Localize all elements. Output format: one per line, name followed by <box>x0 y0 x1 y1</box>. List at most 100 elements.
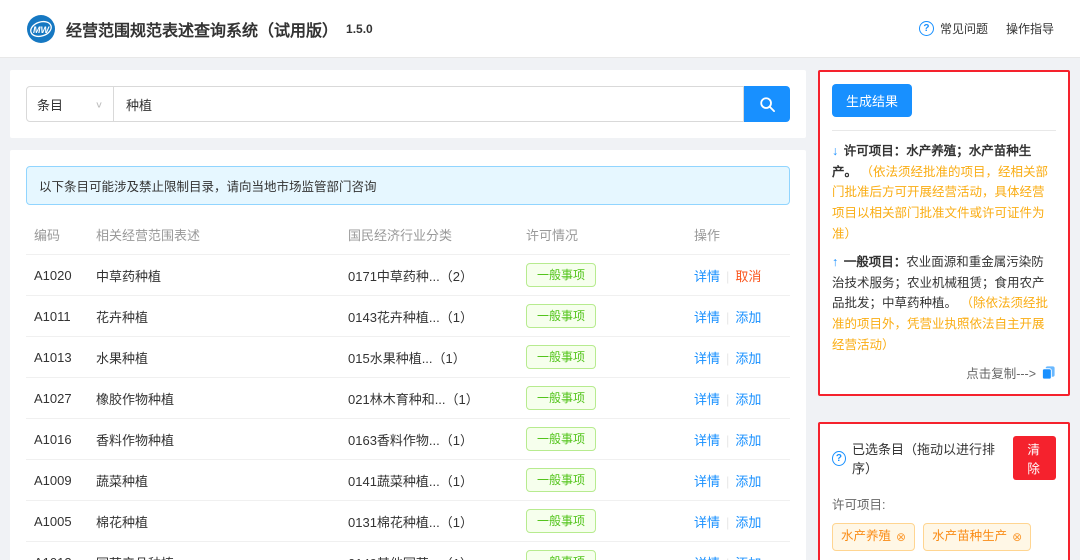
cancel-link[interactable]: 取消 <box>735 269 761 284</box>
selected-panel-title: 已选条目（拖动以进行排序） <box>852 439 1007 477</box>
general-items-paragraph: ↑ 一般项目：农业面源和重金属污染防治技术服务；农业机械租赁；食用农产品批发；中… <box>832 252 1056 355</box>
selected-panel-header: ? 已选条目（拖动以进行排序） 清除 <box>832 436 1056 480</box>
detail-link[interactable]: 详情 <box>694 392 720 407</box>
licensed-tags: 水产养殖 ⊗ 水产苗种生产 ⊗ <box>832 523 1056 551</box>
detail-link[interactable]: 详情 <box>694 515 720 530</box>
table-row: A1027橡胶作物种植021林木育种和...（1）一般事项详情|添加 <box>26 378 790 419</box>
action-divider: | <box>726 310 729 325</box>
action-divider: | <box>726 433 729 448</box>
table-row: A1016香料作物种植0163香料作物...（1）一般事项详情|添加 <box>26 419 790 460</box>
table-row: A1005棉花种植0131棉花种植...（1）一般事项详情|添加 <box>26 501 790 542</box>
copy-result-control[interactable]: 点击复制---> <box>832 363 1056 382</box>
col-header-license: 许可情况 <box>518 215 686 255</box>
restriction-notice: 以下条目可能涉及禁止限制目录，请向当地市场监管部门咨询 <box>26 166 790 205</box>
cell-industry: 0149其他园艺...（1） <box>340 542 518 560</box>
cell-actions: 详情 | 添加 <box>686 337 790 378</box>
close-circle-icon[interactable]: ⊗ <box>896 529 906 546</box>
add-link[interactable]: 添加 <box>735 474 761 489</box>
tag-label: 水产苗种生产 <box>932 528 1007 546</box>
cell-description: 橡胶作物种植 <box>88 378 340 419</box>
sort-help-icon[interactable]: ? <box>832 451 846 466</box>
license-status-badge: 一般事项 <box>526 427 596 451</box>
cell-license: 一般事项 <box>518 296 686 337</box>
cell-industry: 0171中草药种...（2） <box>340 255 518 296</box>
faq-link[interactable]: 常见问题 <box>940 20 988 37</box>
cell-code: A1016 <box>26 419 88 460</box>
search-input[interactable] <box>114 86 744 122</box>
add-link[interactable]: 添加 <box>735 351 761 366</box>
cell-actions: 详情|添加 <box>686 501 790 542</box>
cell-description: 水果种植 <box>88 337 340 378</box>
cell-industry: 015水果种植...（1） <box>340 337 518 378</box>
cell-actions: 详情 | 取消 <box>686 255 790 296</box>
add-link[interactable]: 添加 <box>735 515 761 530</box>
license-status-badge: 一般事项 <box>526 386 596 410</box>
selected-items-panel: ? 已选条目（拖动以进行排序） 清除 许可项目: 水产养殖⊗水产苗种生产⊗ 一般… <box>818 422 1070 560</box>
cell-code: A1012 <box>26 542 88 560</box>
license-status-badge: 一般事项 <box>526 509 596 533</box>
version-label: 1.5.0 <box>346 22 373 36</box>
close-circle-icon[interactable]: ⊗ <box>1012 529 1022 546</box>
cell-actions: 详情 | 添加 <box>686 460 790 501</box>
cell-actions: 详情 | 添加 <box>686 296 790 337</box>
detail-link[interactable]: 详情 <box>694 433 720 448</box>
licensed-label: 许可项目： <box>844 144 907 158</box>
detail-link[interactable]: 详情 <box>694 351 720 366</box>
question-glyph: ? <box>836 453 842 464</box>
guide-link[interactable]: 操作指导 <box>1006 20 1054 37</box>
page-title: 经营范围规范表述查询系统（试用版） <box>66 17 338 41</box>
content: 条目 ∨ 以下条目可能涉及禁止限制目录，请向当地市场监管部门咨询 编码 相关经营… <box>0 58 1080 560</box>
table-row: A1009蔬菜种植0141蔬菜种植...（1）一般事项详情|添加 <box>26 460 790 501</box>
selected-item-tag[interactable]: 水产苗种生产 ⊗ <box>923 523 1031 551</box>
licensed-section-label: 许可项目: <box>832 494 1056 513</box>
detail-link[interactable]: 详情 <box>694 310 720 325</box>
results-table: 编码 相关经营范围表述 国民经济行业分类 许可情况 操作 A1020中草药种植0… <box>26 215 790 560</box>
detail-link[interactable]: 详情 <box>694 269 720 284</box>
category-select-value: 条目 <box>37 95 63 114</box>
cell-actions: 详情 | 添加 <box>686 419 790 460</box>
results-table-body: A1020中草药种植0171中草药种...（2）一般事项详情|取消A1011花卉… <box>26 255 790 560</box>
left-column: 条目 ∨ 以下条目可能涉及禁止限制目录，请向当地市场监管部门咨询 编码 相关经营… <box>10 70 806 560</box>
license-status-badge: 一般事项 <box>526 345 596 369</box>
faq-group: ? 常见问题 <box>919 20 988 37</box>
cell-code: A1013 <box>26 337 88 378</box>
add-link[interactable]: 添加 <box>735 392 761 407</box>
add-link[interactable]: 添加 <box>735 556 761 560</box>
clear-button[interactable]: 清除 <box>1013 436 1056 480</box>
copy-icon[interactable] <box>1041 365 1056 380</box>
cell-description: 蔬菜种植 <box>88 460 340 501</box>
tag-label: 水产养殖 <box>841 528 891 546</box>
category-select[interactable]: 条目 ∨ <box>26 86 114 122</box>
cell-actions: 详情 | 添加 <box>686 542 790 560</box>
cell-license: 一般事项 <box>518 501 686 542</box>
cell-description: 园艺产品种植 <box>88 542 340 560</box>
action-divider: | <box>726 556 729 560</box>
app-header: MW 经营范围规范表述查询系统（试用版） 1.5.0 ? 常见问题 操作指导 <box>0 0 1080 58</box>
action-divider: | <box>726 351 729 366</box>
table-row: A1012园艺产品种植0149其他园艺...（1）一般事项详情|添加 <box>26 542 790 560</box>
arrow-up-icon: ↑ <box>832 255 838 269</box>
question-glyph: ? <box>923 23 929 34</box>
generate-result-button[interactable]: 生成结果 <box>832 84 912 117</box>
add-link[interactable]: 添加 <box>735 310 761 325</box>
action-divider: | <box>726 474 729 489</box>
cell-description: 香料作物种植 <box>88 419 340 460</box>
detail-link[interactable]: 详情 <box>694 474 720 489</box>
cell-license: 一般事项 <box>518 337 686 378</box>
detail-link[interactable]: 详情 <box>694 556 720 560</box>
selected-item-tag[interactable]: 水产养殖 ⊗ <box>832 523 915 551</box>
right-column: 生成结果 ↓ 许可项目：水产养殖；水产苗种生产。 （依法须经批准的项目，经相关部… <box>818 70 1070 560</box>
question-circle-icon[interactable]: ? <box>919 21 934 36</box>
cell-description: 棉花种植 <box>88 501 340 542</box>
col-header-code: 编码 <box>26 215 88 255</box>
cell-code: A1027 <box>26 378 88 419</box>
licensed-items-paragraph: ↓ 许可项目：水产养殖；水产苗种生产。 （依法须经批准的项目，经相关部门批准后方… <box>832 141 1056 244</box>
table-row: A1013水果种植015水果种植...（1） 一般事项 详情 | 添加 <box>26 337 790 378</box>
table-row: A1011花卉种植0143花卉种植...（1）一般事项详情|添加 <box>26 296 790 337</box>
search-button[interactable] <box>744 86 790 122</box>
add-link[interactable]: 添加 <box>735 433 761 448</box>
generate-result-panel: 生成结果 ↓ 许可项目：水产养殖；水产苗种生产。 （依法须经批准的项目，经相关部… <box>818 70 1070 396</box>
col-header-desc: 相关经营范围表述 <box>88 215 340 255</box>
action-divider: | <box>726 269 729 284</box>
copy-hint-label: 点击复制---> <box>966 363 1036 382</box>
